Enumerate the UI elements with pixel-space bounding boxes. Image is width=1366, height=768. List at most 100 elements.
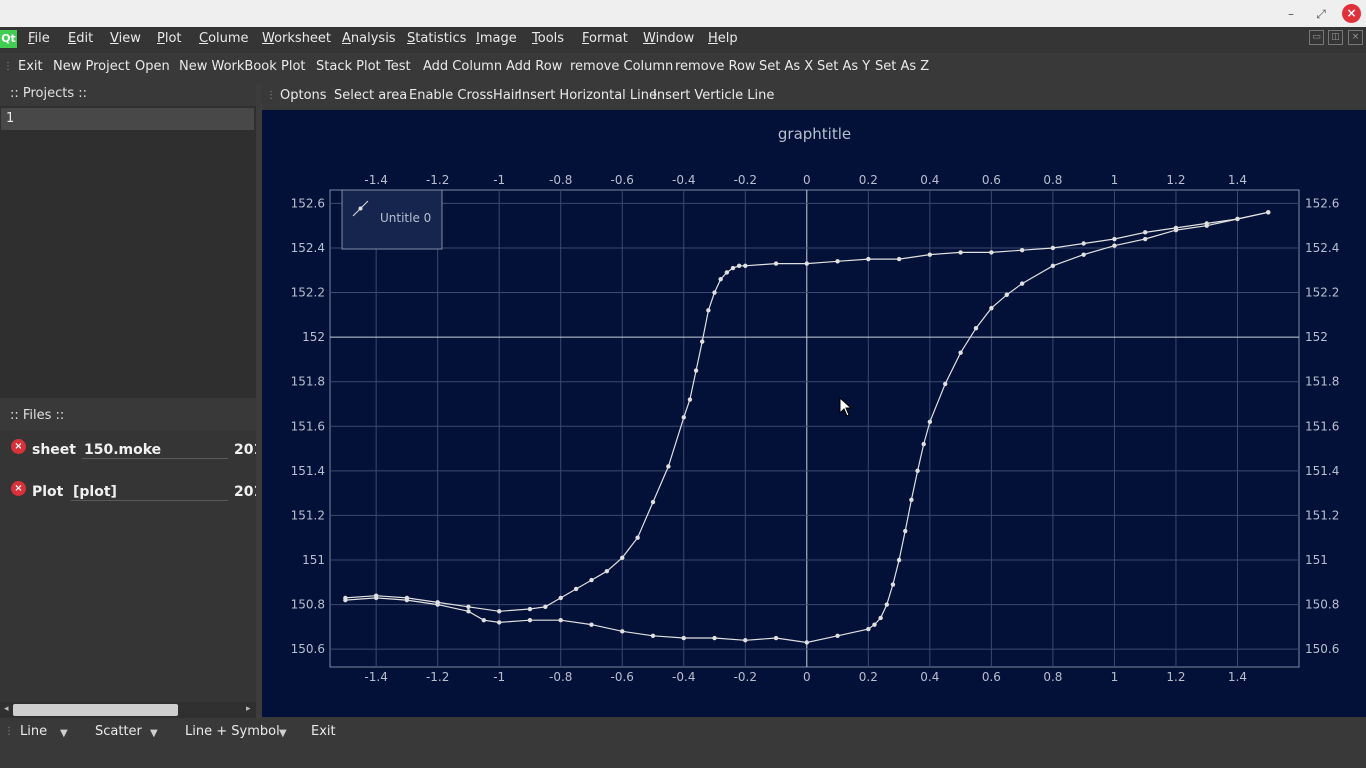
toolbar-add-column[interactable]: Add Column <box>423 59 502 74</box>
series-point <box>804 640 810 645</box>
toolbar-set-as-x[interactable]: Set As X <box>759 59 813 74</box>
series-point <box>1112 236 1117 242</box>
toolbar-stack-plot[interactable]: Stack Plot <box>316 59 381 74</box>
file-name-label[interactable]: [plot] <box>73 484 117 500</box>
toolbar-add-row[interactable]: Add Row <box>506 59 562 74</box>
menu-tools[interactable]: Tools <box>532 31 564 46</box>
remove-file-icon[interactable]: × <box>11 481 26 496</box>
x-tick-label-top: -0.8 <box>549 173 572 187</box>
menu-window[interactable]: Window <box>643 31 694 46</box>
menu-worksheet[interactable]: Worksheet <box>262 31 331 46</box>
line-dropdown-arrow-icon[interactable]: ▼ <box>60 728 68 739</box>
remove-file-icon[interactable]: × <box>11 439 26 454</box>
x-tick-label-bottom: 0 <box>803 670 811 684</box>
menu-plot[interactable]: Plot <box>157 31 182 46</box>
file-name-underline <box>71 500 228 501</box>
x-tick-label-bottom: 1.4 <box>1228 670 1247 684</box>
menu-image[interactable]: Image <box>476 31 517 46</box>
scroll-left-icon[interactable]: ◂ <box>4 704 9 714</box>
toolbar-test[interactable]: Test <box>385 59 411 74</box>
series-point <box>1204 223 1209 228</box>
plot-toolbar-insert-verticle-line[interactable]: Insert Verticle Line <box>653 88 774 103</box>
series-point <box>724 270 730 275</box>
mdi-restore-icon[interactable]: ◫ <box>1328 30 1343 45</box>
y-tick-label-right: 151.6 <box>1305 419 1339 433</box>
line-mode-button[interactable]: Line <box>20 724 47 739</box>
menu-edit[interactable]: Edit <box>68 31 93 46</box>
projects-dock-title: :: Projects :: <box>10 86 88 101</box>
mdi-close-icon[interactable]: × <box>1348 30 1363 45</box>
y-tick-label-left: 151.4 <box>291 464 325 478</box>
line-symbol-dropdown-arrow-icon[interactable]: ▼ <box>279 728 287 739</box>
toolbar-set-as-z[interactable]: Set As Z <box>875 59 929 74</box>
toolbar-new-project[interactable]: New Project <box>53 59 130 74</box>
scrollbar-thumb[interactable] <box>13 704 178 716</box>
y-tick-label-left: 152 <box>302 330 325 344</box>
toolbar-remove-column[interactable]: remove Column <box>570 59 673 74</box>
plot-toolbar-optons[interactable]: Optons <box>280 88 327 103</box>
series-point <box>773 261 779 266</box>
x-tick-label-bottom: 1.2 <box>1166 670 1185 684</box>
menu-analysis[interactable]: Analysis <box>342 31 396 46</box>
y-tick-label-right: 152.4 <box>1305 241 1339 255</box>
file-type-label: Plot <box>32 484 64 500</box>
scatter-mode-button[interactable]: Scatter <box>95 724 142 739</box>
series-point <box>706 308 711 313</box>
toolbar-remove-row[interactable]: remove Row <box>675 59 756 74</box>
scatter-dropdown-arrow-icon[interactable]: ▼ <box>150 728 158 739</box>
plot-toolbar-enable-crosshair[interactable]: Enable CrossHair <box>409 88 520 103</box>
restore-icon[interactable]: ⤢ <box>1312 5 1330 23</box>
projects-list[interactable] <box>0 106 256 398</box>
x-tick-label-bottom: -1.4 <box>364 670 387 684</box>
menu-statistics[interactable]: Statistics <box>407 31 466 46</box>
series-point <box>687 397 693 402</box>
series-point <box>743 263 748 268</box>
y-tick-label-left: 152.4 <box>291 241 325 255</box>
bottom-exit-button[interactable]: Exit <box>311 724 336 739</box>
toolbar-handle-icon[interactable]: ⋮ <box>3 61 13 72</box>
series-point <box>1019 247 1025 253</box>
series-point <box>890 582 896 587</box>
toolbar-handle-icon[interactable]: ⋮ <box>4 726 14 737</box>
y-tick-label-right: 151.4 <box>1305 464 1339 478</box>
scroll-right-icon[interactable]: ▸ <box>246 704 251 714</box>
toolbar-open[interactable]: Open <box>135 59 170 74</box>
series-point <box>650 499 656 505</box>
series-point <box>700 339 705 344</box>
menu-format[interactable]: Format <box>582 31 628 46</box>
series-point <box>915 468 920 474</box>
series-point <box>681 635 686 641</box>
toolbar-handle-icon[interactable]: ⋮ <box>266 90 276 101</box>
series-point <box>1142 236 1148 242</box>
chart[interactable]: -1.4 -1.4 -1.2 -1.2 -1 -1 -0.8 -0.8 -0.6 -0.6 -0.4… <box>262 110 1366 717</box>
chart-title: graphtitle <box>778 125 851 143</box>
file-name-label[interactable]: 150.moke <box>84 442 161 458</box>
mdi-minimize-icon[interactable]: ▭ <box>1309 30 1324 45</box>
menu-help[interactable]: Help <box>708 31 738 46</box>
menu-file[interactable]: File <box>28 31 50 46</box>
line-symbol-mode-button[interactable]: Line + Symbol <box>185 724 280 739</box>
plot-toolbar-select-area[interactable]: Select area <box>334 88 407 103</box>
series-point <box>1081 241 1086 246</box>
series-point <box>1112 243 1117 248</box>
toolbar-plot[interactable]: Plot <box>281 59 306 74</box>
x-tick-label-top: -1.2 <box>426 173 449 187</box>
project-item[interactable] <box>1 108 254 130</box>
series-point <box>589 577 594 583</box>
series-point <box>804 261 810 266</box>
series-point <box>927 252 933 257</box>
y-tick-label-left: 151 <box>302 553 325 567</box>
minimize-icon[interactable]: – <box>1282 5 1300 23</box>
close-window-icon[interactable]: × <box>1342 4 1361 23</box>
project-item-label: 1 <box>6 111 15 126</box>
plot-toolbar-insert-horizontal-line[interactable]: Insert Horizontal Line <box>518 88 657 103</box>
series-point <box>903 528 908 534</box>
menu-colume[interactable]: Colume <box>199 31 249 46</box>
toolbar-set-as-y[interactable]: Set As Y <box>817 59 870 74</box>
toolbar-new-workbook[interactable]: New WorkBook <box>179 59 277 74</box>
series-point <box>604 568 610 574</box>
menu-view[interactable]: View <box>110 31 141 46</box>
toolbar-exit[interactable]: Exit <box>18 59 43 74</box>
series-point <box>866 626 871 632</box>
series-point <box>718 276 723 282</box>
